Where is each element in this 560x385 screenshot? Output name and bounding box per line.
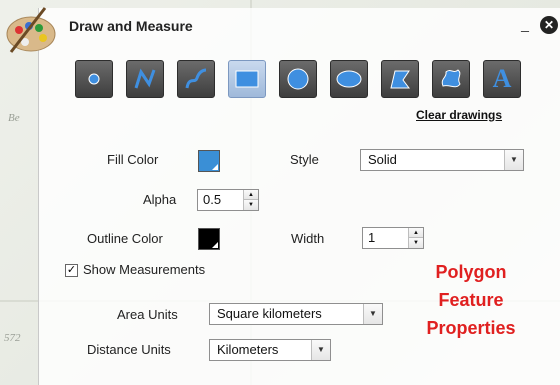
alpha-stepper[interactable]: 0.5 ▲ ▼: [197, 189, 259, 211]
area-units-select[interactable]: Square kilometers ▼: [209, 303, 383, 325]
style-select-value: Solid: [368, 152, 397, 167]
minimize-button[interactable]: _: [519, 16, 531, 32]
alpha-label: Alpha: [143, 192, 177, 207]
polyline-icon: [134, 68, 156, 89]
chevron-down-icon: ▼: [504, 150, 523, 170]
circle-tool-button[interactable]: [279, 60, 317, 98]
outline-color-label: Outline Color: [87, 231, 163, 246]
rectangle-tool-button[interactable]: [228, 60, 266, 98]
close-button[interactable]: ✕: [540, 16, 558, 34]
ellipse-tool-button[interactable]: [330, 60, 368, 98]
distance-units-select[interactable]: Kilometers ▼: [209, 339, 331, 361]
annotation-text: Polygon Feature Properties: [396, 258, 546, 342]
polyline-tool-button[interactable]: [126, 60, 164, 98]
point-icon: [88, 73, 100, 85]
chevron-down-icon: ▼: [311, 340, 330, 360]
circle-icon: [287, 68, 309, 90]
chevron-down-icon: ▼: [363, 304, 382, 324]
alpha-value: 0.5: [203, 192, 222, 207]
map-label: 572: [4, 332, 21, 344]
distance-units-value: Kilometers: [217, 342, 279, 357]
rectangle-icon: [235, 70, 259, 88]
width-stepper[interactable]: 1 ▲ ▼: [362, 227, 424, 249]
style-label: Style: [290, 152, 319, 167]
clear-drawings-link[interactable]: Clear drawings: [416, 108, 502, 122]
area-units-value: Square kilometers: [217, 306, 322, 321]
text-icon: A: [492, 64, 512, 93]
polygon-icon: [390, 70, 410, 89]
fill-color-label: Fill Color: [107, 152, 159, 167]
map-label: Be: [8, 112, 20, 124]
freehand-polyline-tool-button[interactable]: [177, 60, 215, 98]
spin-up-icon[interactable]: ▲: [244, 190, 258, 200]
spin-down-icon[interactable]: ▼: [409, 238, 423, 248]
outline-color-swatch[interactable]: [198, 228, 220, 250]
freehand-polyline-icon: [185, 68, 207, 89]
annotation-line: Polygon: [435, 262, 507, 282]
style-select[interactable]: Solid ▼: [360, 149, 524, 171]
show-measurements-label: Show Measurements: [83, 262, 206, 277]
point-tool-button[interactable]: [75, 60, 113, 98]
spin-down-icon[interactable]: ▼: [244, 200, 258, 210]
palette-icon: [6, 7, 56, 53]
annotation-line: Properties: [426, 318, 516, 338]
annotation-line: Feature: [438, 290, 504, 310]
distance-units-label: Distance Units: [87, 342, 171, 357]
freehand-polygon-icon: [441, 69, 461, 88]
draw-measure-panel: Draw and Measure _ ✕ A Clear drawings Fi…: [6, 7, 560, 385]
freehand-polygon-tool-button[interactable]: [432, 60, 470, 98]
spin-up-icon[interactable]: ▲: [409, 228, 423, 238]
panel-title: Draw and Measure: [69, 18, 193, 34]
width-value: 1: [368, 230, 376, 245]
polygon-tool-button[interactable]: [381, 60, 419, 98]
text-tool-button[interactable]: A: [483, 60, 521, 98]
width-label: Width: [291, 231, 325, 246]
fill-color-swatch[interactable]: [198, 150, 220, 172]
area-units-label: Area Units: [117, 307, 178, 322]
show-measurements-checkbox[interactable]: ✓: [65, 264, 78, 277]
ellipse-icon: [336, 70, 362, 88]
